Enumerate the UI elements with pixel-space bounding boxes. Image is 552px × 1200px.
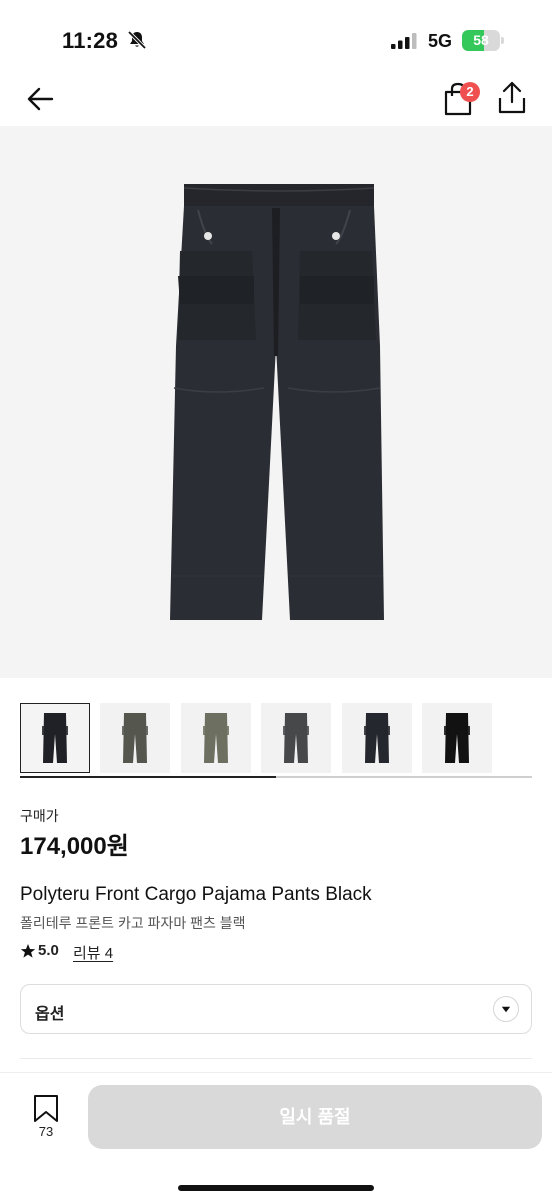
bookmark-count: 73 bbox=[38, 1124, 54, 1139]
gallery-progress bbox=[20, 776, 532, 778]
product-image bbox=[170, 184, 384, 620]
status-time: 11:28 bbox=[62, 28, 119, 53]
bell-slash-icon bbox=[127, 30, 147, 50]
network-type: 5G bbox=[428, 31, 453, 51]
thumbnail-4[interactable] bbox=[261, 703, 332, 773]
rating-value: 5.0 bbox=[38, 942, 59, 959]
back-arrow-icon[interactable] bbox=[24, 82, 58, 116]
thumbnail-6[interactable] bbox=[422, 703, 492, 773]
review-link[interactable]: 리뷰 4 bbox=[73, 942, 113, 963]
product-image-gallery[interactable] bbox=[0, 126, 552, 778]
option-select[interactable]: 옵션 bbox=[20, 984, 532, 1034]
thumbnail-5[interactable] bbox=[341, 703, 412, 773]
option-label: 옵션 bbox=[35, 1006, 65, 1023]
signal-icon bbox=[391, 33, 417, 49]
gallery-progress-fill bbox=[20, 776, 276, 778]
thumbnail-3[interactable] bbox=[180, 703, 251, 773]
star-icon bbox=[20, 944, 36, 958]
home-indicator bbox=[178, 1185, 374, 1191]
bookmark-button[interactable]: 73 bbox=[24, 1093, 68, 1143]
battery-icon: 58 bbox=[462, 30, 504, 51]
top-nav: 2 bbox=[0, 76, 552, 122]
thumbnail-2[interactable] bbox=[100, 703, 171, 773]
battery-percent: 58 bbox=[473, 32, 489, 48]
product-title: Polyteru Front Cargo Pajama Pants Black bbox=[20, 884, 372, 905]
chevron-down-icon bbox=[493, 996, 519, 1022]
price-label: 구매가 bbox=[20, 808, 59, 824]
status-bar: 11:28 5G 58 bbox=[0, 0, 552, 80]
sold-out-button[interactable]: 일시 품절 bbox=[88, 1085, 542, 1149]
thumbnail-strip bbox=[20, 703, 532, 775]
bottom-action-bar: 73 일시 품절 bbox=[0, 1072, 552, 1200]
share-icon[interactable] bbox=[496, 80, 528, 116]
price: 174,000원 bbox=[20, 833, 129, 860]
thumbnail-1[interactable] bbox=[20, 703, 90, 773]
cart-count-badge: 2 bbox=[460, 82, 480, 102]
bookmark-icon bbox=[34, 1095, 58, 1122]
product-title-korean: 폴리테루 프론트 카고 파자마 팬츠 블랙 bbox=[20, 915, 246, 931]
divider bbox=[20, 1058, 532, 1059]
